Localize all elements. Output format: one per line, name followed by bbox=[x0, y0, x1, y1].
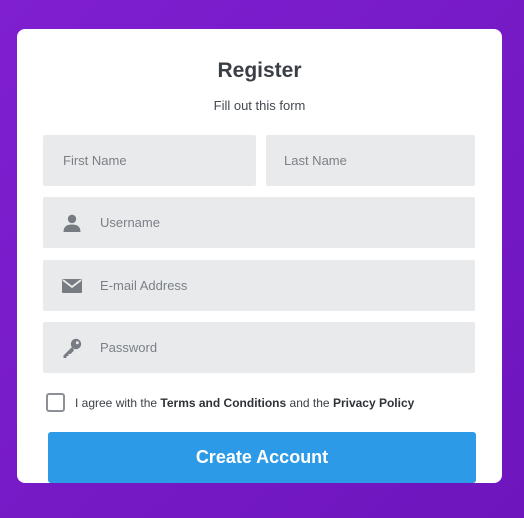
email-input[interactable] bbox=[100, 260, 475, 311]
agree-middle-text: and the bbox=[289, 395, 330, 410]
last-name-input[interactable] bbox=[284, 135, 475, 186]
envelope-icon bbox=[61, 275, 83, 297]
terms-link[interactable]: Terms and Conditions bbox=[160, 396, 286, 410]
username-field[interactable] bbox=[43, 197, 475, 248]
username-input[interactable] bbox=[100, 197, 475, 248]
register-card: Register Fill out this form First Name L… bbox=[17, 29, 502, 483]
privacy-policy-link[interactable]: Privacy Policy bbox=[333, 396, 414, 410]
agree-prefix-text: I agree with the bbox=[75, 395, 158, 410]
terms-agreement: I agree with the Terms and Conditions an… bbox=[46, 393, 414, 412]
key-icon bbox=[61, 337, 83, 359]
password-input[interactable] bbox=[100, 322, 475, 373]
form-title: Register bbox=[217, 59, 302, 82]
user-icon bbox=[61, 212, 83, 234]
form-subtitle: Fill out this form bbox=[213, 98, 306, 113]
create-account-button[interactable]: Create Account bbox=[48, 432, 476, 483]
last-name-field[interactable] bbox=[266, 135, 475, 186]
email-field[interactable] bbox=[43, 260, 475, 311]
agree-checkbox[interactable] bbox=[46, 393, 65, 412]
first-name-input[interactable] bbox=[63, 135, 256, 186]
password-field[interactable] bbox=[43, 322, 475, 373]
first-name-field[interactable] bbox=[43, 135, 256, 186]
